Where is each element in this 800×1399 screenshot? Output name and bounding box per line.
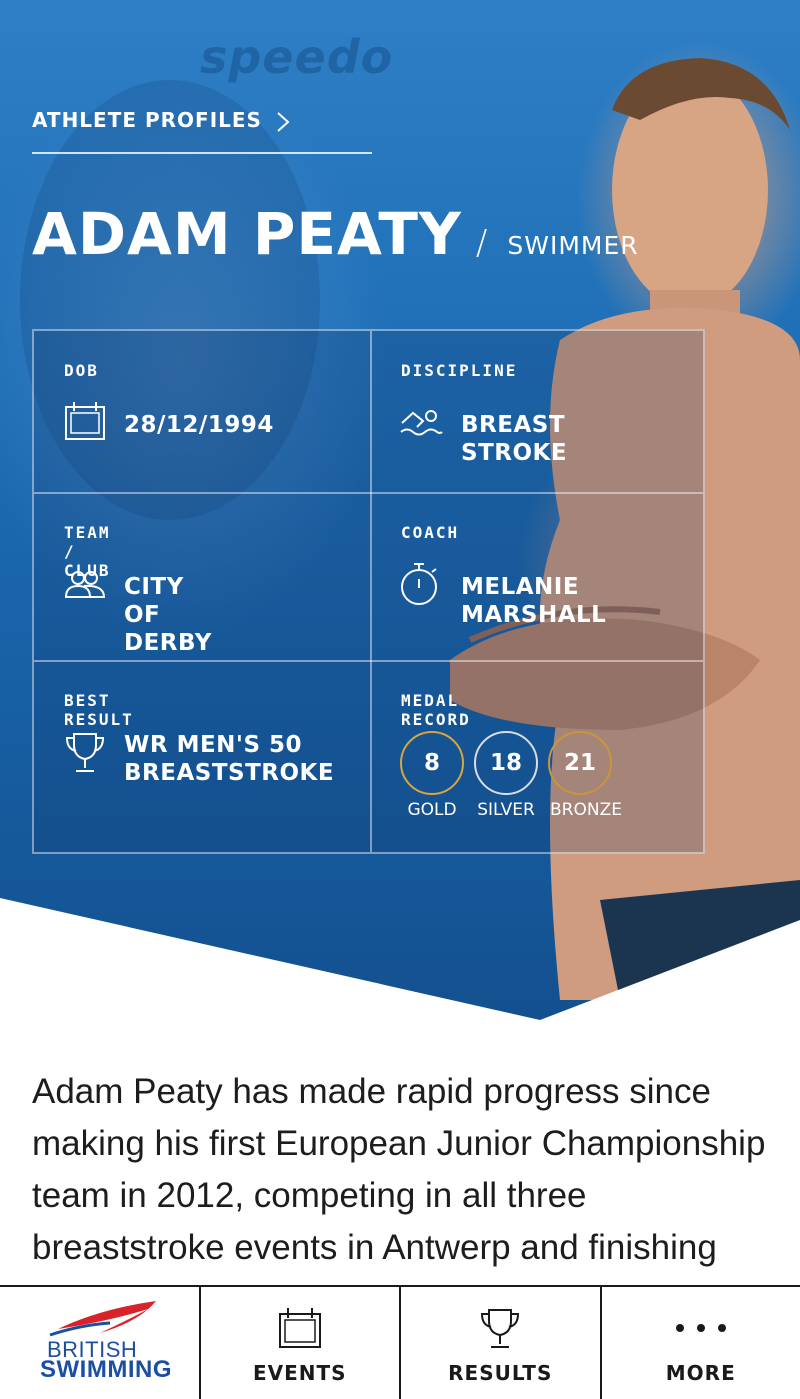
tab-more-label: MORE: [665, 1361, 736, 1385]
dob-value: 28/12/1994: [124, 412, 274, 438]
silver-medal-count: 18: [474, 731, 538, 795]
chevron-right-icon: [277, 112, 290, 132]
coach-label: COACH: [401, 523, 460, 542]
discipline-label: DISCIPLINE: [401, 361, 518, 380]
grid-divider: [34, 492, 703, 494]
best-result-value: WR MEN'S 50 BREASTSTROKE: [124, 732, 335, 786]
gold-medal-count: 8: [400, 731, 464, 795]
trophy-icon: [481, 1309, 520, 1348]
tab-results[interactable]: RESULTS: [401, 1287, 602, 1399]
trophy-icon: [65, 733, 105, 772]
title-separator: /: [475, 223, 488, 263]
hero-banner: speedo ATHLETE PROFILES ADAM PEATY / SWI…: [0, 0, 800, 1020]
swimmer-icon: [400, 410, 443, 436]
logo-text-swimming: SWIMMING: [40, 1356, 172, 1383]
grid-divider: [34, 660, 703, 662]
athlete-name: ADAM PEATY: [32, 200, 462, 268]
breadcrumb-label: ATHLETE PROFILES: [32, 108, 262, 132]
people-icon: [64, 571, 106, 598]
tab-more[interactable]: MORE: [602, 1287, 800, 1399]
bronze-medal-count: 21: [548, 731, 612, 795]
discipline-value: BREAST STROKE: [461, 412, 568, 466]
tab-results-label: RESULTS: [448, 1361, 553, 1385]
stopwatch-icon: [401, 563, 437, 605]
tab-events[interactable]: EVENTS: [201, 1287, 401, 1399]
medal-record-label: MEDAL RECORD: [401, 691, 471, 729]
coach-value: MELANIE MARSHALL: [461, 574, 607, 628]
more-dots-icon: [675, 1324, 726, 1332]
silver-caption: SILVER: [477, 800, 535, 820]
british-swimming-logo: [49, 1301, 156, 1337]
calendar-icon: [65, 402, 105, 440]
calendar-icon: [278, 1308, 321, 1348]
athlete-info-grid: DOB 28/12/1994 DISCIPLINE BREAST STROKE …: [32, 329, 705, 854]
athlete-bio: Adam Peaty has made rapid progress since…: [32, 1072, 766, 1267]
athlete-role: SWIMMER: [507, 231, 639, 260]
page-title: ADAM PEATY / SWIMMER: [32, 200, 639, 268]
bronze-caption: BRONZE: [550, 800, 622, 820]
white-wedge-divider: [0, 898, 800, 1020]
team-value: CITY OF DERBY: [124, 574, 212, 656]
best-result-label: BEST RESULT: [64, 691, 134, 729]
grid-divider: [370, 331, 372, 852]
tab-events-label: EVENTS: [252, 1361, 347, 1385]
breadcrumb-athlete-profiles[interactable]: ATHLETE PROFILES: [32, 108, 372, 154]
dob-label: DOB: [64, 361, 99, 380]
